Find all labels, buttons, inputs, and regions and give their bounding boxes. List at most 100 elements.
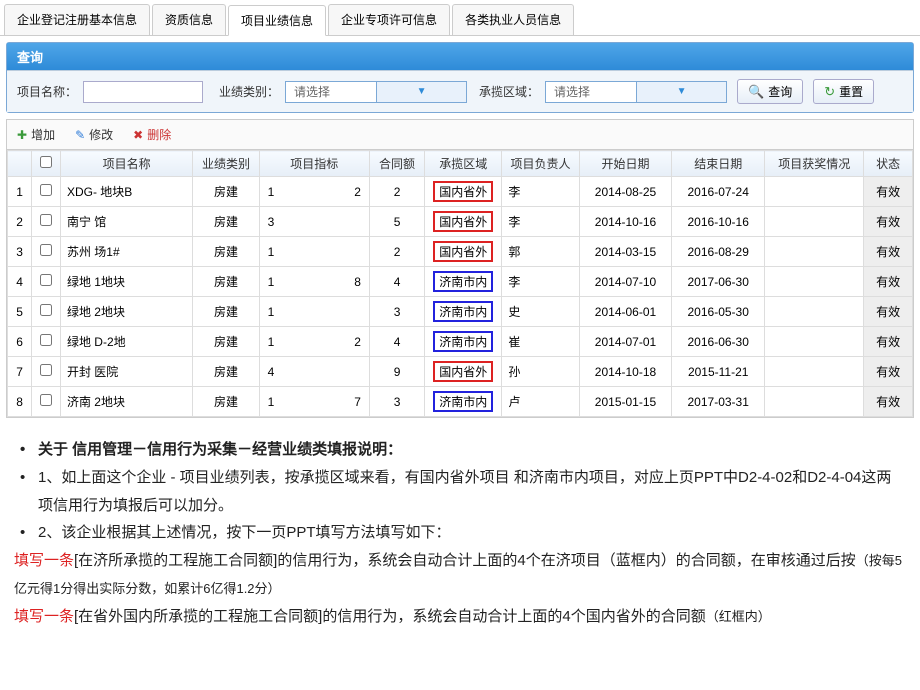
cell-award — [765, 237, 864, 267]
cell-award — [765, 387, 864, 417]
row-checkbox[interactable] — [40, 364, 52, 376]
row-index: 7 — [8, 357, 32, 387]
cell-award — [765, 177, 864, 207]
cell-amount: 2 — [369, 237, 424, 267]
tab-bar: 企业登记注册基本信息资质信息项目业绩信息企业专项许可信息各类执业人员信息 — [0, 0, 920, 36]
add-button[interactable]: ✚增加 — [17, 126, 55, 143]
type-select-value: 请选择 — [286, 83, 376, 100]
cell-indicator: 1 — [259, 237, 369, 267]
cell-region: 国内省外 — [425, 207, 502, 237]
cell-indicator: 18 — [259, 267, 369, 297]
row-index: 5 — [8, 297, 32, 327]
cell-name: 苏州 场1# — [60, 237, 192, 267]
cell-status: 有效 — [864, 327, 913, 357]
type-select[interactable]: 请选择 ▼ — [285, 81, 467, 103]
table-row: 8济南 2地块房建173济南市内卢2015-01-152017-03-31有效 — [8, 387, 913, 417]
cell-category: 房建 — [193, 237, 259, 267]
cell-amount: 4 — [369, 267, 424, 297]
cell-manager: 李 — [502, 267, 579, 297]
row-checkbox[interactable] — [40, 184, 52, 196]
row-checkbox[interactable] — [40, 394, 52, 406]
x-icon: ✖ — [133, 128, 143, 142]
cell-category: 房建 — [193, 267, 259, 297]
col-header: 结束日期 — [672, 151, 765, 177]
tab-0[interactable]: 企业登记注册基本信息 — [4, 4, 150, 35]
col-header: 项目负责人 — [502, 151, 579, 177]
tab-1[interactable]: 资质信息 — [152, 4, 226, 35]
tab-2[interactable]: 项目业绩信息 — [228, 5, 326, 36]
row-check-cell — [32, 177, 61, 207]
col-header — [8, 151, 32, 177]
query-panel-title: 查询 — [7, 43, 913, 70]
table-row: 3苏州 场1#房建12国内省外郭2014-03-152016-08-29有效 — [8, 237, 913, 267]
reset-button-label: 重置 — [839, 83, 863, 100]
row-checkbox[interactable] — [40, 304, 52, 316]
cell-region: 济南市内 — [425, 267, 502, 297]
pencil-icon: ✎ — [75, 128, 85, 142]
chevron-down-icon: ▼ — [376, 82, 466, 102]
cell-indicator: 12 — [259, 177, 369, 207]
row-checkbox[interactable] — [40, 334, 52, 346]
cell-name: 开封 医院 — [60, 357, 192, 387]
cell-award — [765, 207, 864, 237]
cell-amount: 3 — [369, 297, 424, 327]
col-header: 承揽区域 — [425, 151, 502, 177]
row-index: 2 — [8, 207, 32, 237]
cell-start: 2014-03-15 — [579, 237, 672, 267]
row-check-cell — [32, 207, 61, 237]
col-header: 开始日期 — [579, 151, 672, 177]
project-name-input[interactable] — [83, 81, 203, 103]
add-label: 增加 — [31, 126, 55, 143]
region-select[interactable]: 请选择 ▼ — [545, 81, 727, 103]
cell-end: 2016-05-30 — [672, 297, 765, 327]
row-check-cell — [32, 267, 61, 297]
note-title: 关于 信用管理－信用行为采集－经营业绩类填报说明： — [14, 436, 906, 464]
cell-manager: 孙 — [502, 357, 579, 387]
cell-status: 有效 — [864, 237, 913, 267]
cell-manager: 史 — [502, 297, 579, 327]
row-index: 1 — [8, 177, 32, 207]
note-line-2: 2、该企业根据其上述情况，按下一页PPT填写方法填写如下： — [14, 519, 906, 547]
col-header — [32, 151, 61, 177]
region-label: 承揽区域： — [479, 83, 539, 100]
cell-name: 南宁 馆 — [60, 207, 192, 237]
cell-status: 有效 — [864, 177, 913, 207]
cell-start: 2015-01-15 — [579, 387, 672, 417]
query-panel: 查询 项目名称： 业绩类别： 请选择 ▼ 承揽区域： 请选择 ▼ 🔍 查询 ↻ … — [6, 42, 914, 113]
col-header: 业绩类别 — [193, 151, 259, 177]
cell-indicator: 17 — [259, 387, 369, 417]
table-row: 7开封 医院房建49国内省外孙2014-10-182015-11-21有效 — [8, 357, 913, 387]
cell-start: 2014-07-10 — [579, 267, 672, 297]
delete-button[interactable]: ✖删除 — [133, 126, 171, 143]
cell-category: 房建 — [193, 387, 259, 417]
cell-name: 绿地 D-2地 — [60, 327, 192, 357]
cell-end: 2016-07-24 — [672, 177, 765, 207]
cell-manager: 卢 — [502, 387, 579, 417]
select-all-checkbox[interactable] — [40, 156, 52, 168]
cell-region: 济南市内 — [425, 387, 502, 417]
row-index: 6 — [8, 327, 32, 357]
row-checkbox[interactable] — [40, 244, 52, 256]
cell-name: XDG- 地块B — [60, 177, 192, 207]
chevron-down-icon: ▼ — [636, 82, 726, 102]
query-form: 项目名称： 业绩类别： 请选择 ▼ 承揽区域： 请选择 ▼ 🔍 查询 ↻ 重置 — [7, 70, 913, 112]
row-index: 3 — [8, 237, 32, 267]
cell-status: 有效 — [864, 387, 913, 417]
note-small: （红框内） — [706, 609, 771, 624]
col-header: 项目指标 — [259, 151, 369, 177]
tab-3[interactable]: 企业专项许可信息 — [328, 4, 450, 35]
tab-4[interactable]: 各类执业人员信息 — [452, 4, 574, 35]
note-text: [在省外国内所承揽的工程施工合同额]的信用行为，系统会自动合计上面的4个国内省外… — [74, 608, 706, 625]
edit-button[interactable]: ✎修改 — [75, 126, 113, 143]
cell-status: 有效 — [864, 357, 913, 387]
search-button[interactable]: 🔍 查询 — [737, 79, 803, 104]
cell-award — [765, 357, 864, 387]
table-row: 4绿地 1地块房建184济南市内李2014-07-102017-06-30有效 — [8, 267, 913, 297]
row-checkbox[interactable] — [40, 274, 52, 286]
cell-amount: 3 — [369, 387, 424, 417]
table-row: 5绿地 2地块房建13济南市内史2014-06-012016-05-30有效 — [8, 297, 913, 327]
row-checkbox[interactable] — [40, 214, 52, 226]
cell-indicator: 1 — [259, 297, 369, 327]
cell-start: 2014-08-25 — [579, 177, 672, 207]
reset-button[interactable]: ↻ 重置 — [813, 79, 874, 104]
